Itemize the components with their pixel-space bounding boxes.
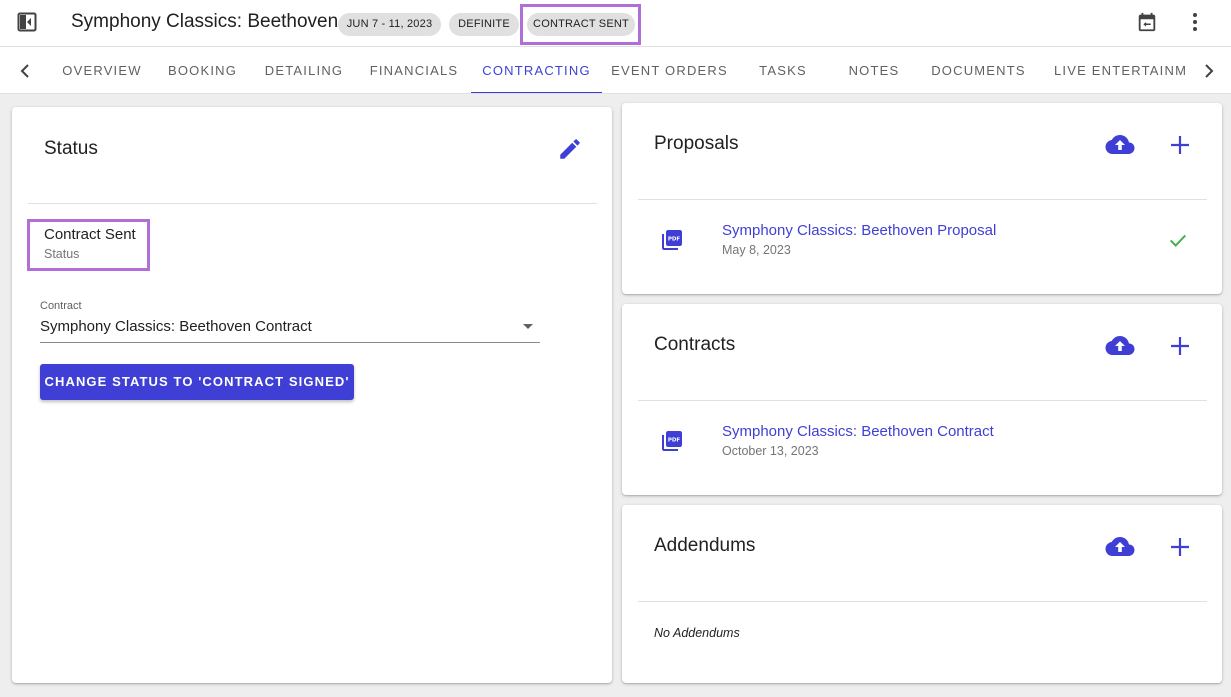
- tab-bar: OVERVIEW BOOKING DETAILING FINANCIALS CO…: [0, 47, 1231, 94]
- svg-text:PDF: PDF: [668, 438, 681, 444]
- addendums-card-title: Addendums: [654, 535, 756, 556]
- svg-text:PDF: PDF: [668, 237, 681, 243]
- tab-event-orders[interactable]: EVENT ORDERS: [602, 47, 737, 93]
- tab-booking[interactable]: BOOKING: [154, 47, 251, 93]
- tab-detailing[interactable]: DETAILING: [251, 47, 357, 93]
- chevron-right-icon[interactable]: [1197, 59, 1221, 83]
- sidebar-toggle-icon[interactable]: [17, 12, 37, 32]
- chevron-left-icon[interactable]: [13, 59, 37, 83]
- tab-tasks[interactable]: TASKS: [737, 47, 829, 93]
- edit-icon[interactable]: [557, 136, 583, 162]
- status-card-title: Status: [44, 138, 98, 159]
- proposal-date: May 8, 2023: [722, 243, 791, 257]
- booking-status-chip: DEFINITE: [449, 13, 519, 36]
- empty-addendums-text: No Addendums: [654, 626, 740, 640]
- tabs-scroll: OVERVIEW BOOKING DETAILING FINANCIALS CO…: [50, 47, 1187, 93]
- pdf-icon: PDF: [660, 429, 684, 453]
- contract-select[interactable]: Symphony Classics: Beethoven Contract: [40, 315, 540, 343]
- contracts-card: Contracts PDF Symphony Classics: Beethov…: [622, 304, 1222, 495]
- contract-select-label: Contract: [40, 300, 82, 312]
- tab-overview[interactable]: OVERVIEW: [50, 47, 154, 93]
- pdf-icon: PDF: [660, 228, 684, 252]
- contract-link[interactable]: Symphony Classics: Beethoven Contract: [722, 423, 994, 440]
- tab-notes[interactable]: NOTES: [829, 47, 919, 93]
- tab-live-entertainment[interactable]: LIVE ENTERTAINME: [1038, 47, 1187, 93]
- add-contract-icon[interactable]: [1168, 334, 1192, 358]
- divider: [638, 199, 1207, 200]
- cloud-upload-icon[interactable]: [1105, 534, 1135, 560]
- cloud-upload-icon[interactable]: [1105, 132, 1135, 158]
- add-proposal-icon[interactable]: [1168, 133, 1192, 157]
- status-card: Status Contract Sent Status Contract Sym…: [12, 107, 612, 683]
- contracts-card-title: Contracts: [654, 334, 736, 355]
- add-addendum-icon[interactable]: [1168, 535, 1192, 559]
- divider: [638, 400, 1207, 401]
- check-icon: [1167, 229, 1189, 251]
- dropdown-arrow-icon: [523, 324, 533, 329]
- contract-date: October 13, 2023: [722, 444, 819, 458]
- proposal-link[interactable]: Symphony Classics: Beethoven Proposal: [722, 222, 996, 239]
- tab-financials[interactable]: FINANCIALS: [357, 47, 471, 93]
- status-highlight: [27, 219, 150, 271]
- contract-select-value: Symphony Classics: Beethoven Contract: [40, 318, 312, 335]
- more-vert-icon[interactable]: [1185, 11, 1205, 33]
- divider: [28, 203, 597, 204]
- contract-stage-highlight: [520, 4, 641, 45]
- cloud-upload-icon[interactable]: [1105, 333, 1135, 359]
- proposals-card-title: Proposals: [654, 133, 739, 154]
- divider: [638, 601, 1207, 602]
- calendar-icon[interactable]: [1136, 11, 1158, 33]
- addendums-card: Addendums No Addendums: [622, 505, 1222, 683]
- proposals-card: Proposals PDF Symphony Classics: Beethov…: [622, 103, 1222, 294]
- page-title: Symphony Classics: Beethoven: [71, 11, 339, 32]
- app-header: Symphony Classics: Beethoven JUN 7 - 11,…: [0, 0, 1231, 47]
- tab-contracting[interactable]: CONTRACTING: [471, 47, 602, 93]
- tab-documents[interactable]: DOCUMENTS: [919, 47, 1038, 93]
- date-chip: JUN 7 - 11, 2023: [338, 13, 441, 36]
- change-status-button[interactable]: CHANGE STATUS TO 'CONTRACT SIGNED': [40, 364, 354, 400]
